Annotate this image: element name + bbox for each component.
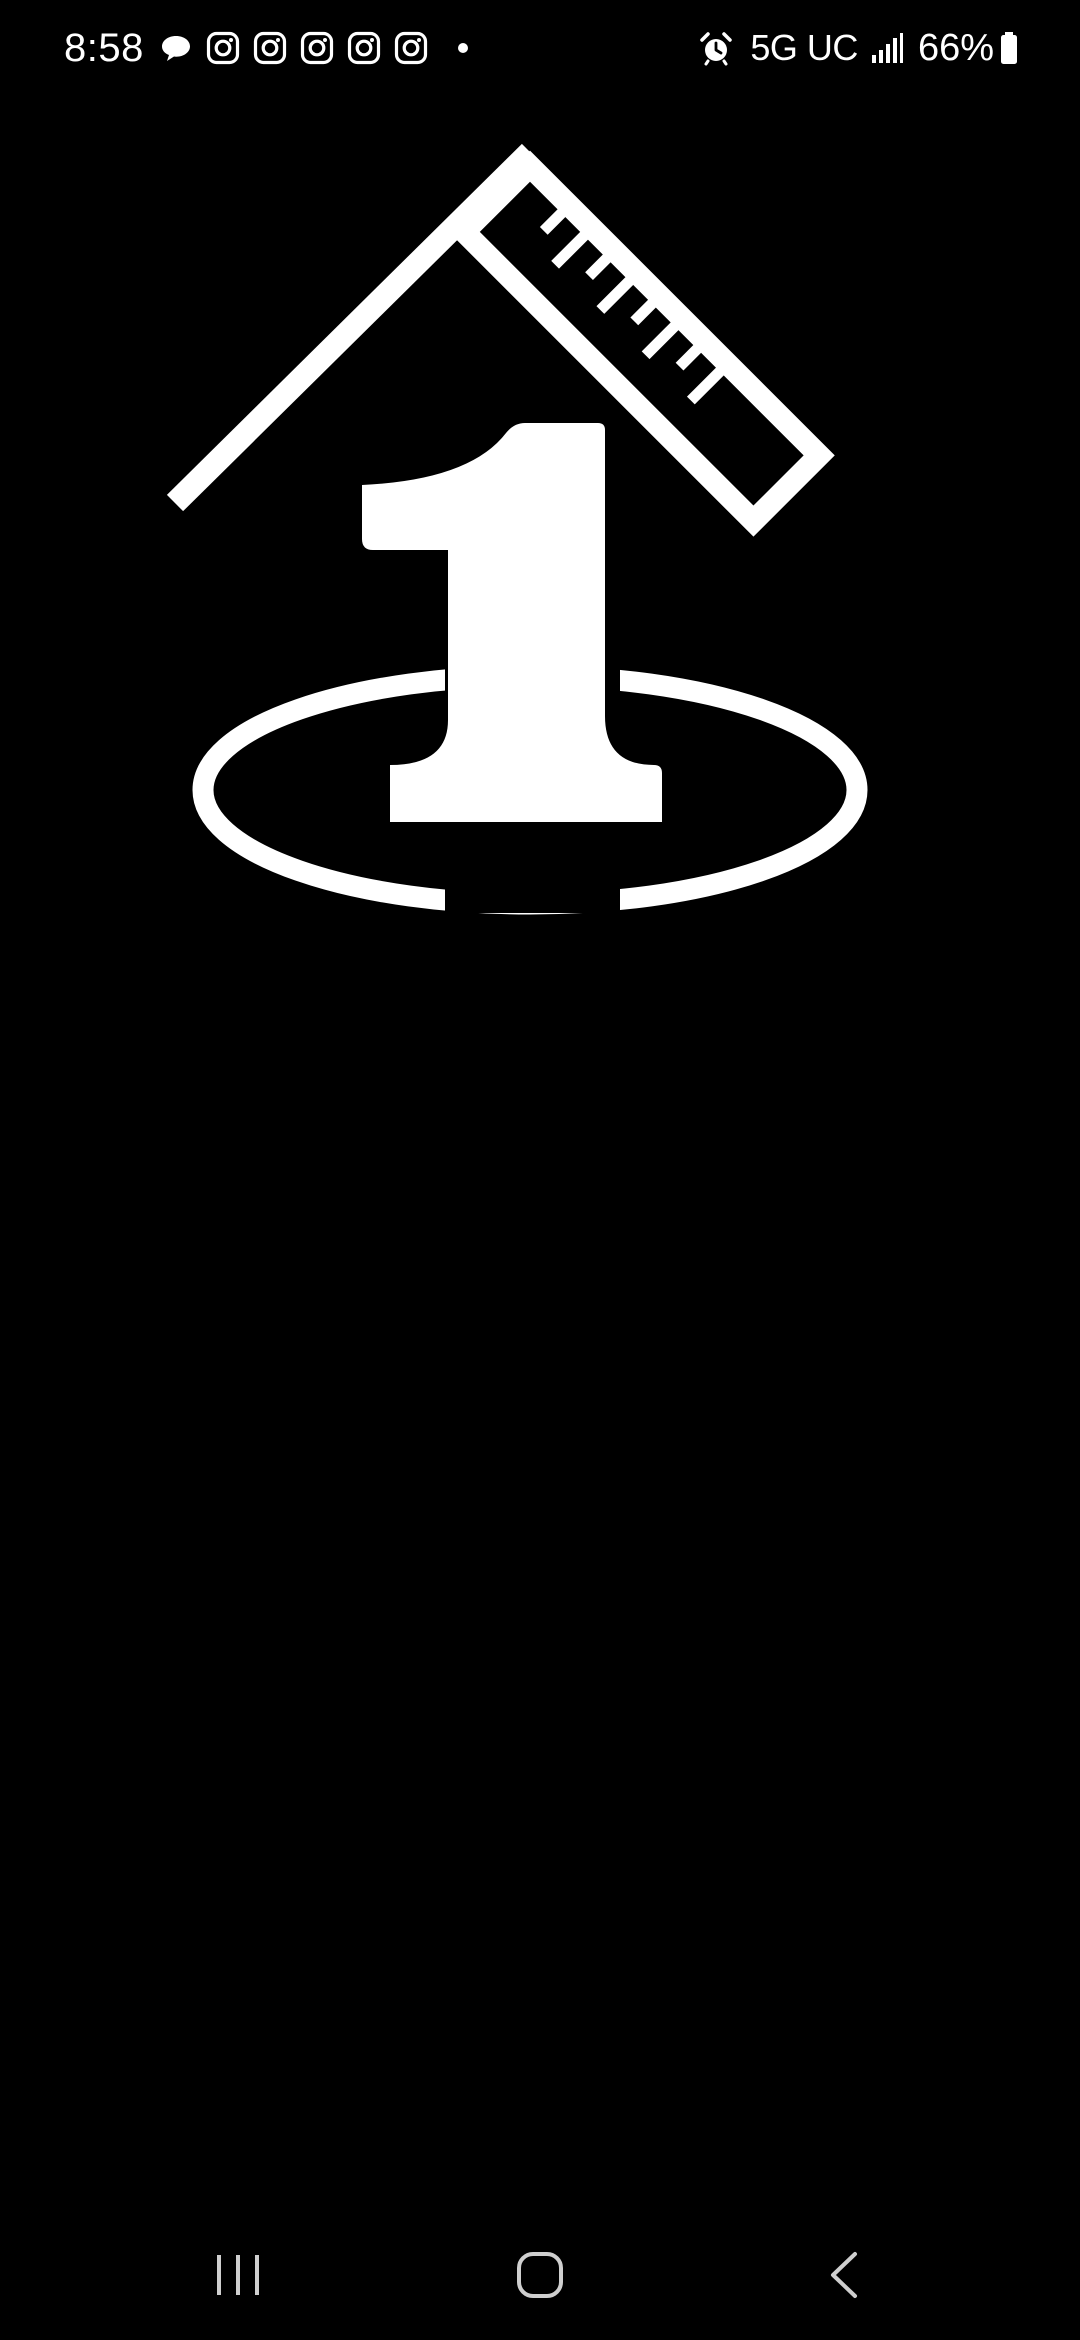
back-icon (831, 2252, 857, 2298)
house-ruler-number-one-logo-icon (166, 143, 868, 915)
battery-percent: 66% (917, 27, 994, 69)
status-left: 8:58 (64, 22, 468, 74)
recents-icon (217, 2255, 259, 2295)
navigation-bar (0, 2208, 1080, 2340)
splash-screen: 8:58 5G UC 66% (0, 0, 1080, 2340)
signal-strength-icon (870, 31, 904, 65)
home-icon (517, 2252, 563, 2298)
instagram-icon (393, 30, 429, 66)
back-button[interactable] (789, 2230, 899, 2320)
instagram-icon (346, 30, 382, 66)
status-bar: 8:58 5G UC 66% (0, 0, 1080, 96)
network-type-label: 5G UC (750, 27, 858, 68)
app-logo (150, 128, 910, 938)
more-notifications-dot-icon (457, 43, 468, 53)
battery-icon (1000, 31, 1018, 65)
instagram-icon (252, 30, 288, 66)
home-button[interactable] (485, 2230, 595, 2320)
status-clock: 8:58 (64, 26, 144, 70)
chat-bubble-icon (158, 30, 194, 66)
instagram-icon (299, 30, 335, 66)
instagram-icon (205, 30, 241, 66)
alarm-icon (698, 30, 734, 66)
recents-button[interactable] (183, 2230, 293, 2320)
status-right: 5G UC 66% (698, 22, 1018, 74)
